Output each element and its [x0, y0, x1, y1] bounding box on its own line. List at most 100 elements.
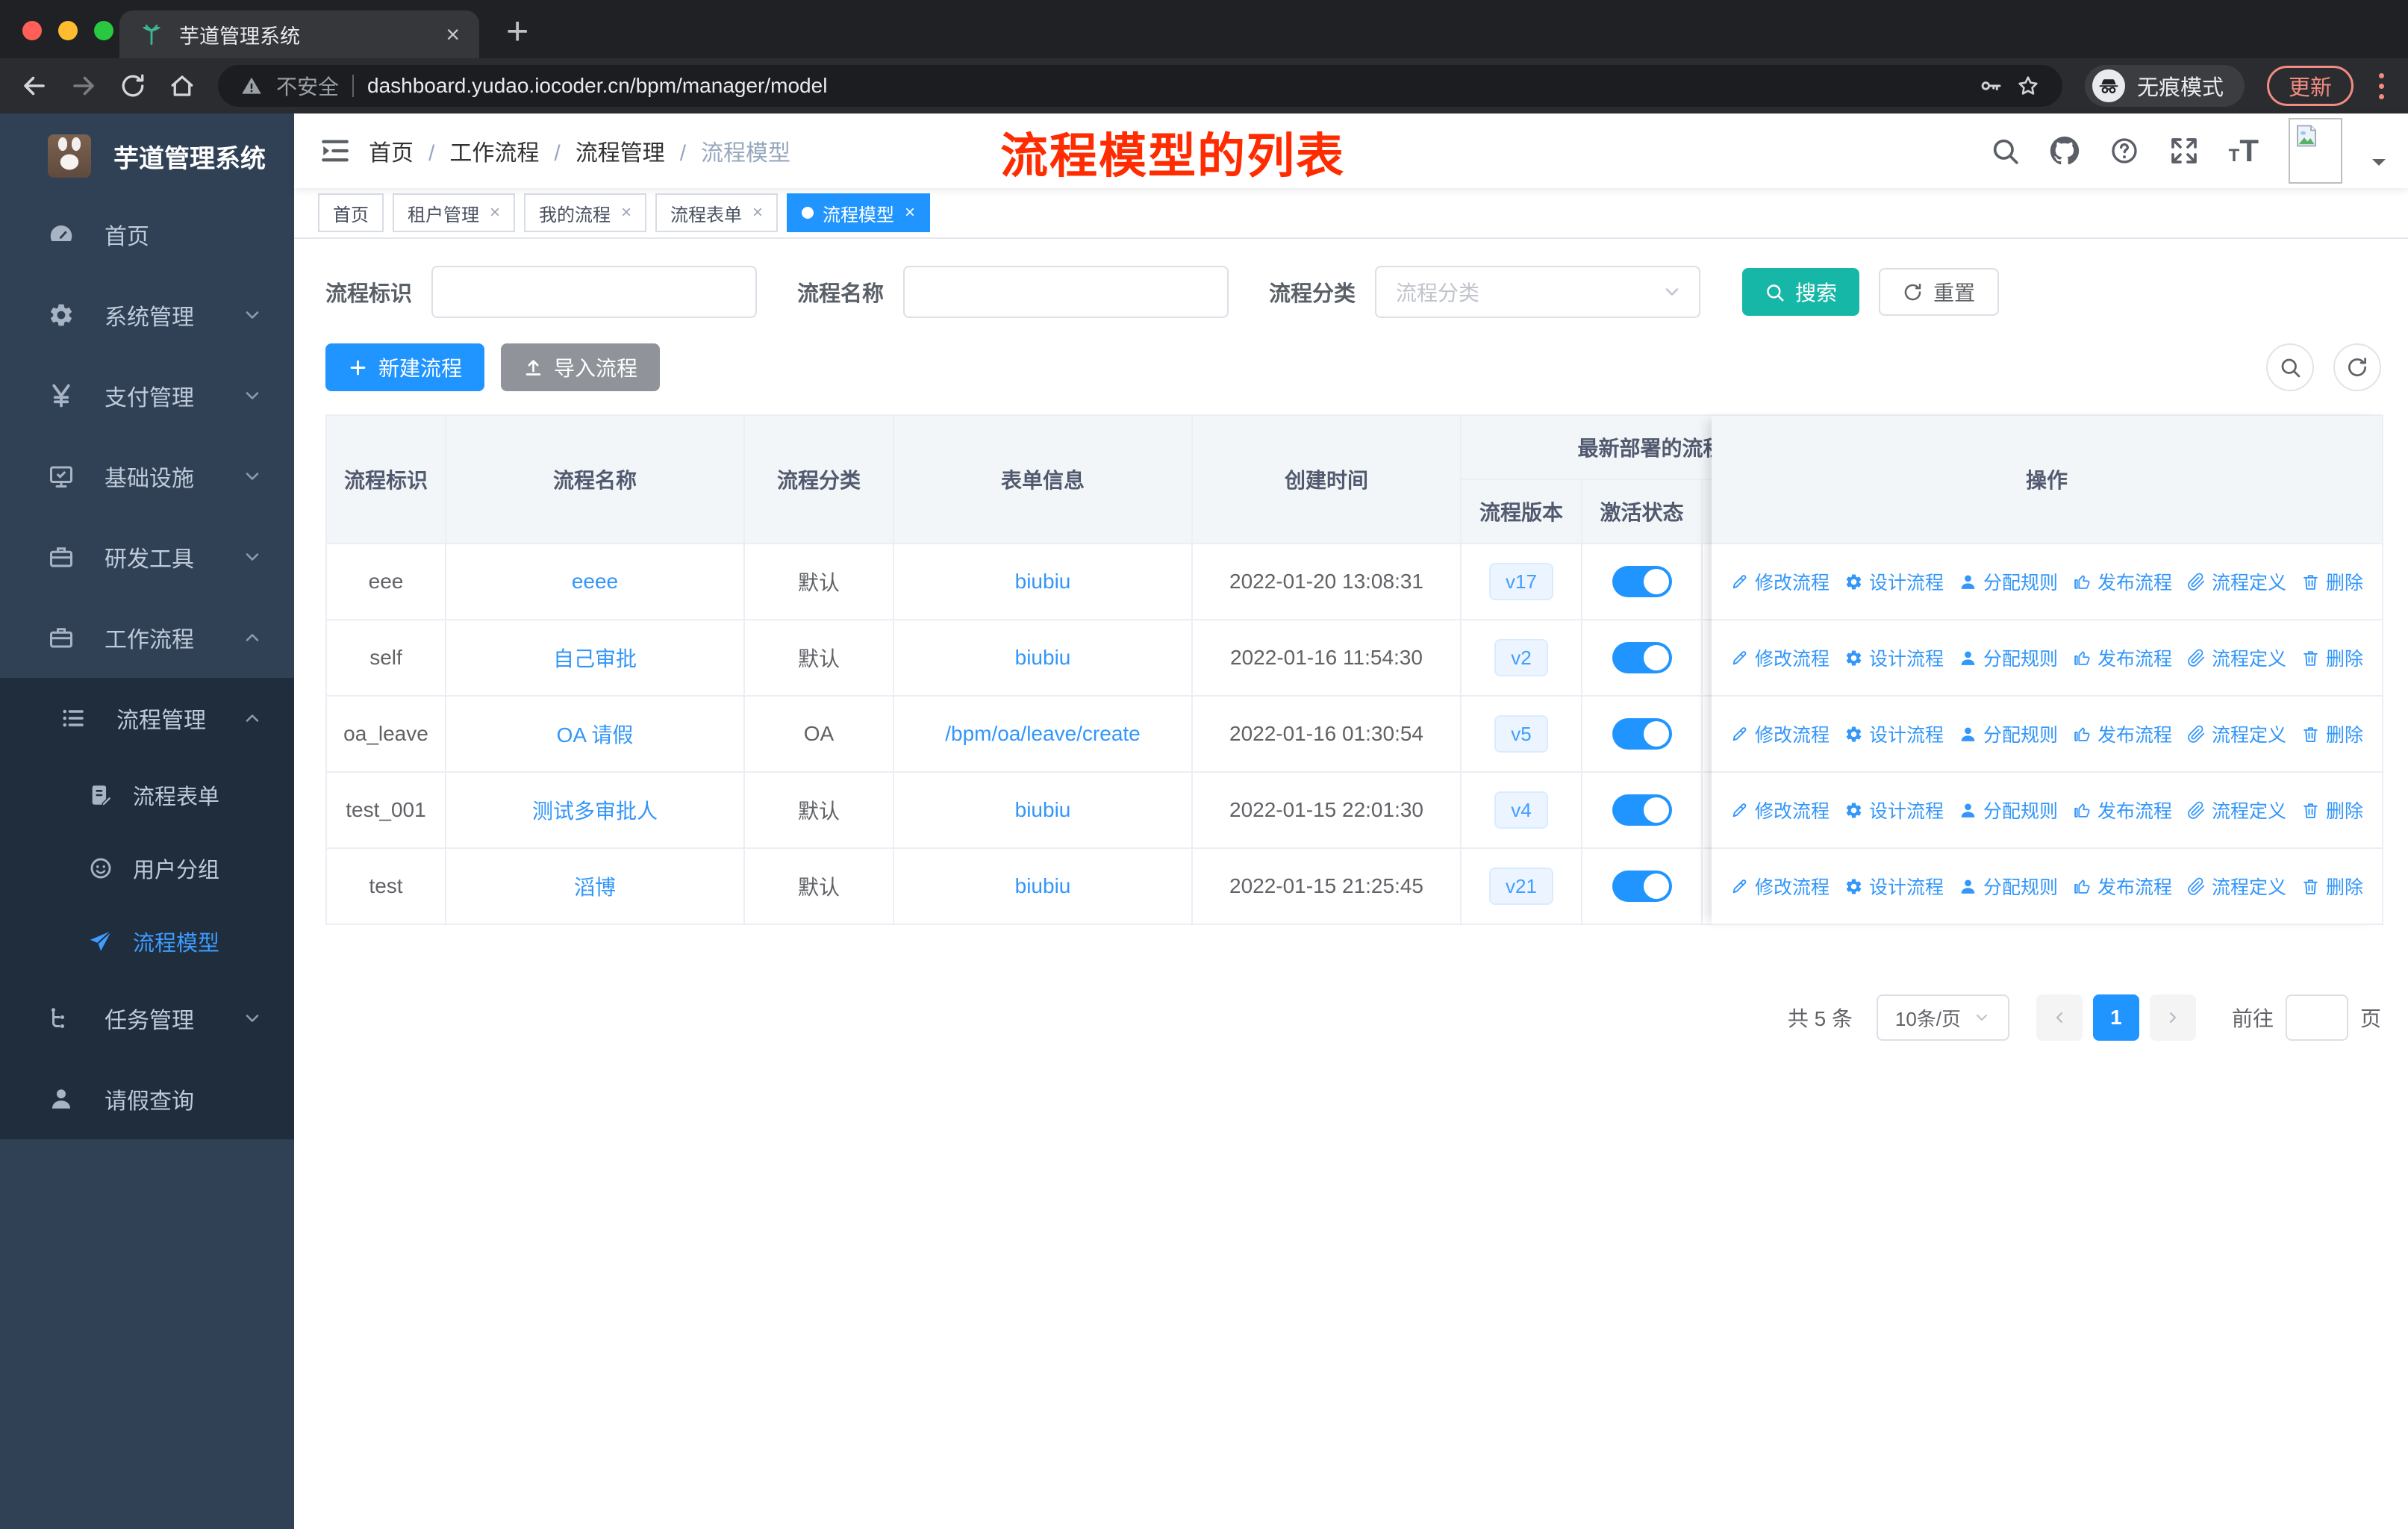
active-toggle[interactable]	[1612, 718, 1672, 750]
model-name-link[interactable]: 自己审批	[553, 643, 637, 673]
action-process-definition[interactable]: 流程定义	[2187, 644, 2286, 671]
active-toggle[interactable]	[1612, 871, 1672, 902]
close-icon[interactable]: ×	[905, 202, 915, 223]
action-design-model[interactable]: 设计流程	[1844, 644, 1944, 671]
create-model-button[interactable]: 新建流程	[325, 343, 485, 391]
url-text[interactable]: dashboard.yudao.iocoder.cn/bpm/manager/m…	[367, 74, 1965, 98]
action-edit-model[interactable]: 修改流程	[1730, 568, 1830, 595]
model-name-link[interactable]: OA 请假	[557, 719, 634, 749]
sidebar-item-workflow[interactable]: 工作流程	[0, 597, 294, 678]
action-deploy-model[interactable]: 发布流程	[2073, 568, 2172, 595]
avatar-caret-icon[interactable]	[2372, 159, 2386, 172]
active-toggle[interactable]	[1612, 642, 1672, 673]
help-icon[interactable]	[2109, 136, 2139, 166]
tag-home[interactable]: 首页	[318, 193, 384, 232]
breadcrumb-process-management[interactable]: 流程管理	[539, 134, 665, 167]
password-key-icon[interactable]	[1979, 74, 2003, 98]
avatar[interactable]	[2289, 118, 2342, 184]
model-name-link[interactable]: eeee	[572, 570, 618, 594]
active-toggle[interactable]	[1612, 794, 1672, 826]
sidebar-item-system[interactable]: 系统管理	[0, 275, 294, 355]
action-delete[interactable]: 删除	[2301, 644, 2363, 671]
action-deploy-model[interactable]: 发布流程	[2073, 797, 2172, 823]
action-design-model[interactable]: 设计流程	[1844, 797, 1944, 823]
action-process-definition[interactable]: 流程定义	[2187, 873, 2286, 900]
tag-process-form[interactable]: 流程表单 ×	[655, 193, 779, 232]
refresh-table-button[interactable]	[2333, 343, 2381, 391]
sidebar-item-infra[interactable]: 基础设施	[0, 436, 294, 517]
action-design-model[interactable]: 设计流程	[1844, 568, 1944, 595]
tag-tenant[interactable]: 租户管理 ×	[393, 193, 516, 232]
address-bar[interactable]: 不安全 dashboard.yudao.iocoder.cn/bpm/manag…	[218, 65, 2062, 107]
action-deploy-model[interactable]: 发布流程	[2073, 720, 2172, 747]
category-select[interactable]: 流程分类	[1375, 266, 1701, 318]
search-button[interactable]: 搜索	[1742, 268, 1860, 316]
action-edit-model[interactable]: 修改流程	[1730, 644, 1830, 671]
breadcrumb-workflow[interactable]: 工作流程	[414, 134, 539, 167]
font-size-icon[interactable]: TT	[2229, 135, 2259, 166]
security-label[interactable]: 不安全	[276, 71, 339, 101]
fullscreen-icon[interactable]	[2169, 136, 2199, 166]
version-badge[interactable]: v2	[1494, 639, 1548, 676]
action-edit-model[interactable]: 修改流程	[1730, 797, 1830, 823]
browser-menu-icon[interactable]	[2376, 72, 2387, 99]
action-process-definition[interactable]: 流程定义	[2187, 568, 2286, 595]
tag-process-model[interactable]: 流程模型 ×	[787, 193, 931, 232]
close-icon[interactable]: ×	[490, 202, 500, 223]
sidebar-item-process-form[interactable]: 流程表单	[0, 759, 294, 832]
back-icon[interactable]	[21, 72, 48, 99]
version-badge[interactable]: v5	[1494, 715, 1548, 753]
show-search-button[interactable]	[2266, 343, 2314, 391]
tab-close-icon[interactable]: ×	[446, 22, 460, 46]
window-minimize-button[interactable]	[58, 21, 78, 40]
action-process-definition[interactable]: 流程定义	[2187, 720, 2286, 747]
breadcrumb-home[interactable]: 首页	[369, 134, 414, 167]
sidebar-collapse-icon[interactable]	[319, 135, 351, 166]
reset-button[interactable]: 重置	[1879, 268, 2000, 316]
action-deploy-model[interactable]: 发布流程	[2073, 644, 2172, 671]
model-name-link[interactable]: 滔博	[574, 871, 616, 901]
form-link[interactable]: biubiu	[1015, 798, 1071, 822]
goto-page-input[interactable]	[2285, 994, 2348, 1041]
sidebar-item-payment[interactable]: 支付管理	[0, 355, 294, 436]
action-design-model[interactable]: 设计流程	[1844, 720, 1944, 747]
search-icon[interactable]	[1990, 136, 2020, 166]
form-link[interactable]: /bpm/oa/leave/create	[945, 722, 1141, 746]
sidebar-item-home[interactable]: 首页	[0, 194, 294, 275]
action-process-definition[interactable]: 流程定义	[2187, 797, 2286, 823]
sidebar-item-process-management[interactable]: 流程管理	[0, 678, 294, 759]
action-delete[interactable]: 删除	[2301, 568, 2363, 595]
action-assign-rule[interactable]: 分配规则	[1959, 568, 2058, 595]
version-badge[interactable]: v21	[1489, 868, 1553, 905]
action-delete[interactable]: 删除	[2301, 720, 2363, 747]
form-link[interactable]: biubiu	[1015, 570, 1071, 594]
action-assign-rule[interactable]: 分配规则	[1959, 644, 2058, 671]
window-close-button[interactable]	[22, 21, 42, 40]
action-assign-rule[interactable]: 分配规则	[1959, 720, 2058, 747]
bookmark-star-icon[interactable]	[2016, 74, 2040, 98]
page-size-select[interactable]: 10条/页	[1876, 994, 2009, 1041]
browser-update-button[interactable]: 更新	[2266, 66, 2354, 106]
import-model-button[interactable]: 导入流程	[501, 343, 661, 391]
action-design-model[interactable]: 设计流程	[1844, 873, 1944, 900]
action-deploy-model[interactable]: 发布流程	[2073, 873, 2172, 900]
form-link[interactable]: biubiu	[1015, 646, 1071, 670]
new-tab-button[interactable]: +	[506, 9, 528, 54]
sidebar-item-leave-query[interactable]: 请假查询	[0, 1059, 294, 1139]
version-badge[interactable]: v4	[1494, 791, 1548, 829]
model-name-input[interactable]	[903, 266, 1229, 318]
close-icon[interactable]: ×	[752, 202, 763, 223]
action-assign-rule[interactable]: 分配规则	[1959, 873, 2058, 900]
action-edit-model[interactable]: 修改流程	[1730, 873, 1830, 900]
action-assign-rule[interactable]: 分配规则	[1959, 797, 2058, 823]
forward-icon[interactable]	[70, 72, 97, 99]
close-icon[interactable]: ×	[621, 202, 631, 223]
sidebar-item-task-management[interactable]: 任务管理	[0, 978, 294, 1059]
active-toggle[interactable]	[1612, 566, 1672, 597]
window-maximize-button[interactable]	[94, 21, 113, 40]
next-page-button[interactable]	[2149, 994, 2196, 1041]
home-icon[interactable]	[169, 72, 196, 99]
sidebar-item-devtools[interactable]: 研发工具	[0, 517, 294, 597]
model-key-input[interactable]	[431, 266, 758, 318]
form-link[interactable]: biubiu	[1015, 874, 1071, 898]
